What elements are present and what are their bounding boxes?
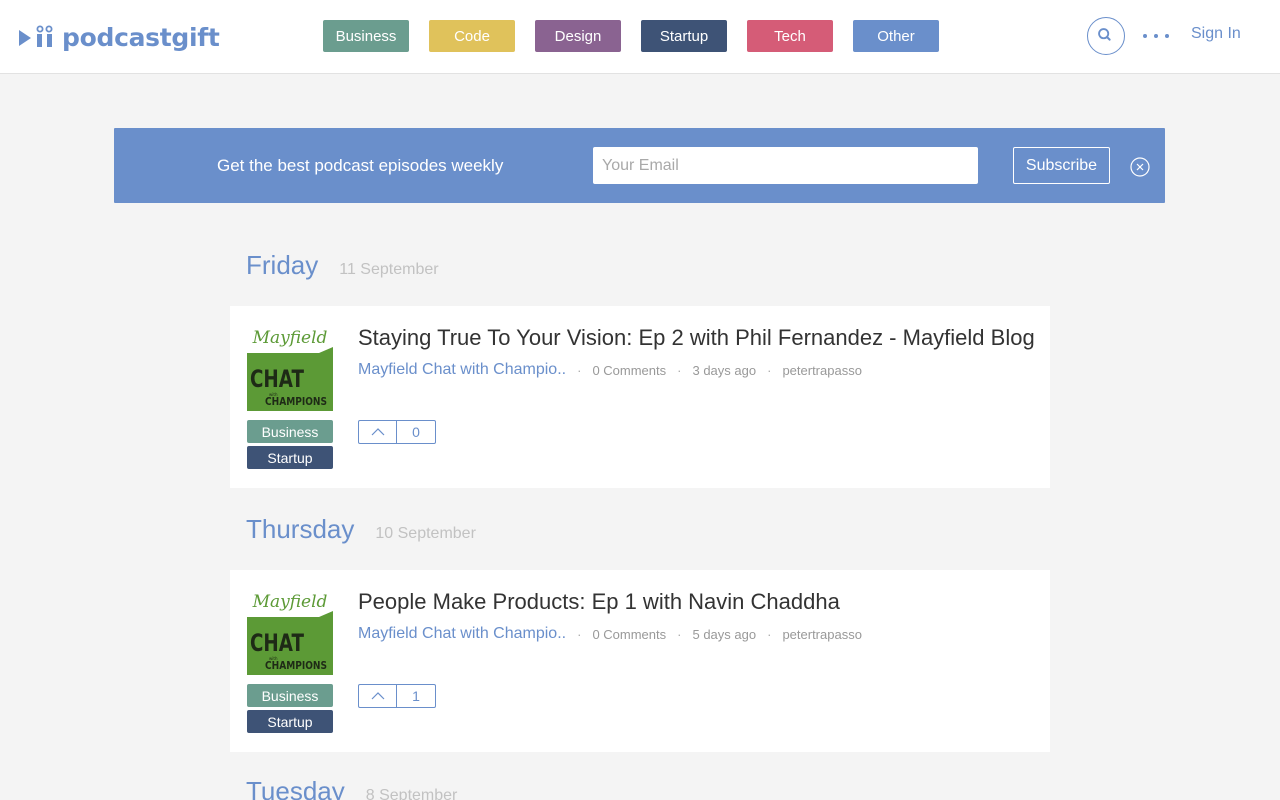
vote-count: 0 — [412, 424, 420, 440]
day-date: 10 September — [375, 525, 476, 542]
author-link[interactable]: petertrapasso — [782, 627, 862, 642]
category-tech[interactable]: Tech — [747, 20, 833, 52]
chevron-up-icon — [371, 428, 384, 436]
episode-card: Mayfield CHAT with CHAMPIONS Business St… — [230, 306, 1050, 488]
art-top-text: Mayfield — [252, 592, 328, 612]
episode-title[interactable]: Staying True To Your Vision: Ep 2 with P… — [358, 325, 1035, 351]
sign-in-link[interactable]: Sign In — [1191, 25, 1241, 43]
newsletter-banner: Get the best podcast episodes weekly Sub… — [114, 128, 1165, 203]
day-date: 11 September — [339, 261, 439, 278]
podcast-artwork-image: Mayfield CHAT with CHAMPIONS — [247, 325, 333, 411]
meta-separator: · — [577, 362, 582, 378]
show-link[interactable]: Mayfield Chat with Champio.. — [358, 361, 566, 379]
day-heading: Thursday 10 September — [246, 514, 476, 545]
email-field[interactable] — [593, 147, 978, 184]
meta-separator: · — [767, 626, 772, 642]
art-bottom-text: CHAMPIONS — [265, 659, 327, 672]
podcast-artwork[interactable]: Mayfield CHAT with CHAMPIONS — [247, 325, 333, 411]
category-business[interactable]: Business — [323, 20, 409, 52]
more-icon-dot — [1165, 34, 1169, 38]
podcast-artwork[interactable]: Mayfield CHAT with CHAMPIONS — [247, 589, 333, 675]
comments-link[interactable]: 0 Comments — [592, 627, 666, 642]
episode-meta: Mayfield Chat with Champio.. · 0 Comment… — [358, 625, 862, 643]
tag-startup[interactable]: Startup — [247, 710, 333, 733]
show-link[interactable]: Mayfield Chat with Champio.. — [358, 625, 566, 643]
vote-count: 1 — [412, 688, 420, 704]
upvote-button[interactable] — [359, 685, 397, 707]
art-bottom-text: CHAMPIONS — [265, 395, 327, 408]
day-name: Thursday — [246, 514, 355, 544]
day-heading: Friday 11 September — [246, 250, 439, 281]
category-other[interactable]: Other — [853, 20, 939, 52]
more-icon-dot — [1154, 34, 1158, 38]
upvote-control: 0 — [358, 420, 436, 444]
meta-separator: · — [767, 362, 772, 378]
day-date: 8 September — [365, 787, 458, 800]
logo[interactable]: podcastgift — [18, 22, 220, 52]
episode-meta: Mayfield Chat with Champio.. · 0 Comment… — [358, 361, 862, 379]
more-menu-button[interactable] — [1141, 26, 1171, 46]
podcast-artwork-image: Mayfield CHAT with CHAMPIONS — [247, 589, 333, 675]
search-button[interactable] — [1087, 17, 1125, 55]
banner-text: Get the best podcast episodes weekly — [217, 156, 504, 175]
posted-time: 3 days ago — [692, 362, 757, 378]
top-nav-bar: podcastgift Business Code Design Startup… — [0, 0, 1280, 74]
tag-business[interactable]: Business — [247, 420, 333, 443]
author-link[interactable]: petertrapasso — [782, 363, 862, 378]
tag-startup[interactable]: Startup — [247, 446, 333, 469]
meta-separator: · — [677, 626, 682, 642]
art-main-text: CHAT — [250, 365, 304, 393]
posted-time: 5 days ago — [692, 626, 757, 642]
tag-business[interactable]: Business — [247, 684, 333, 707]
day-heading: Tuesday 8 September — [246, 776, 457, 800]
day-name: Tuesday — [246, 776, 345, 800]
category-code[interactable]: Code — [429, 20, 515, 52]
chevron-up-icon — [371, 692, 384, 700]
meta-separator: · — [677, 362, 682, 378]
episode-card: Mayfield CHAT with CHAMPIONS Business St… — [230, 570, 1050, 752]
upvote-button[interactable] — [359, 421, 397, 443]
art-main-text: CHAT — [250, 629, 304, 657]
day-name: Friday — [246, 250, 319, 280]
more-icon-dot — [1143, 34, 1147, 38]
logo-text: podcastgift — [62, 22, 220, 52]
category-design[interactable]: Design — [535, 20, 621, 52]
play-gift-icon — [19, 25, 53, 47]
category-startup[interactable]: Startup — [641, 20, 727, 52]
search-icon — [1098, 28, 1111, 41]
art-top-text: Mayfield — [252, 328, 328, 348]
close-icon[interactable] — [1130, 157, 1150, 177]
comments-link[interactable]: 0 Comments — [592, 363, 666, 378]
upvote-control: 1 — [358, 684, 436, 708]
subscribe-button[interactable]: Subscribe — [1013, 147, 1110, 184]
meta-separator: · — [577, 626, 582, 642]
episode-title[interactable]: People Make Products: Ep 1 with Navin Ch… — [358, 589, 840, 615]
